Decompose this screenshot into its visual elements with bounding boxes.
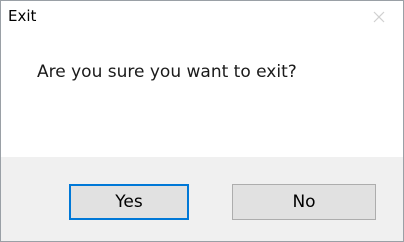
close-icon [373,11,385,23]
dialog-title: Exit [8,7,37,25]
confirmation-message: Are you sure you want to exit? [37,62,297,82]
close-button[interactable] [369,7,389,27]
exit-dialog: Exit Are you sure you want to exit? Yes … [0,0,404,242]
title-bar[interactable]: Exit [1,1,403,32]
dialog-content [1,32,403,157]
button-bar: Yes No [1,157,403,241]
no-button[interactable]: No [232,184,376,220]
yes-button[interactable]: Yes [69,184,189,220]
